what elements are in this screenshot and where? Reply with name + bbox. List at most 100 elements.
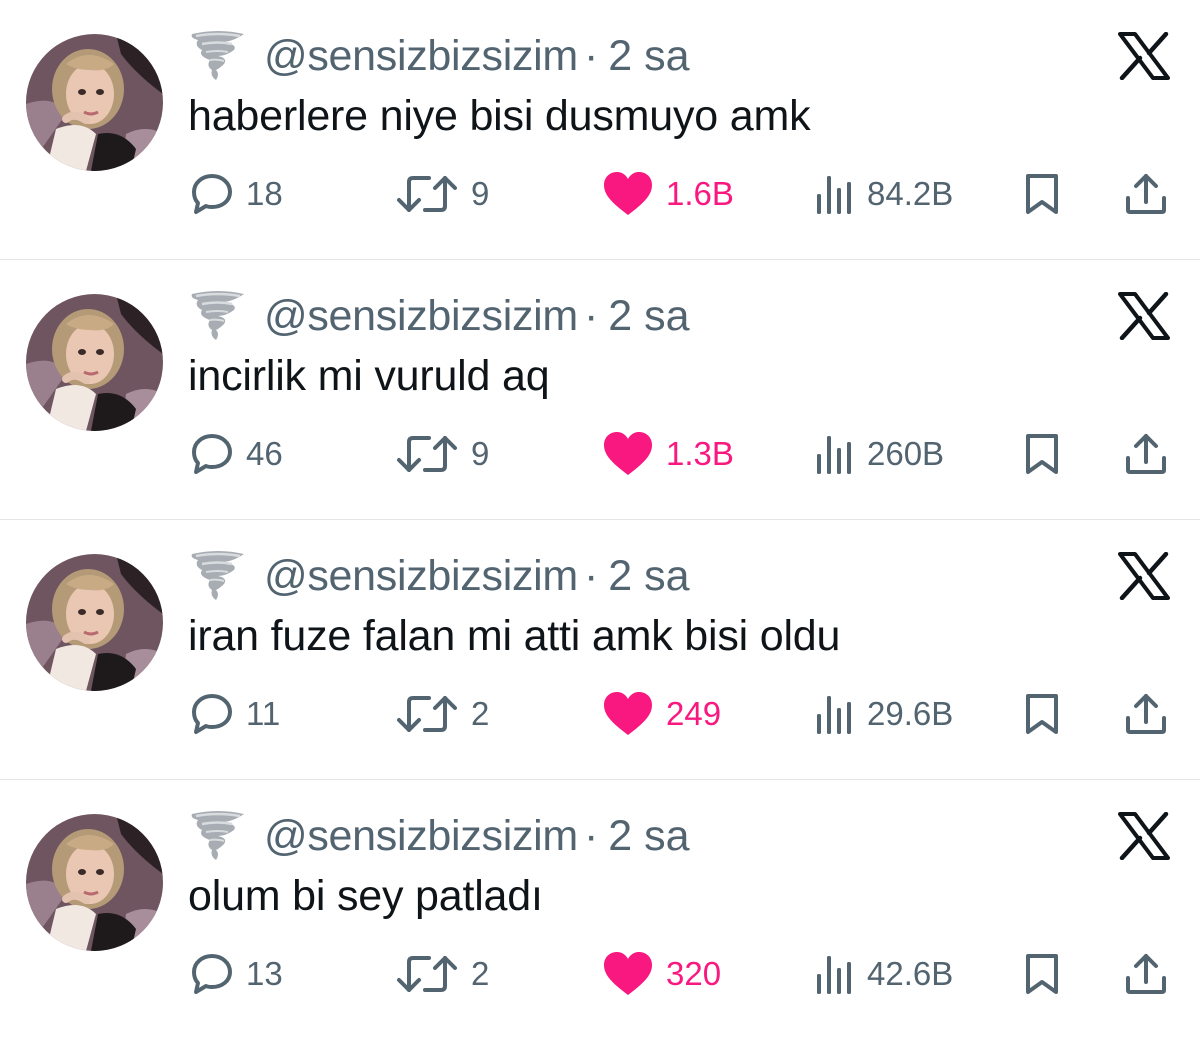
- avatar-image: [26, 294, 163, 431]
- tweet-card[interactable]: @sensizbizsizim · 2 sa haberlere niye bi…: [0, 0, 1200, 260]
- heart-icon: [602, 171, 654, 217]
- avatar[interactable]: [26, 554, 163, 691]
- reply-count: 46: [246, 435, 283, 472]
- tweet-actions: 18 9 1.6B 84.2B: [0, 164, 1200, 224]
- avatar[interactable]: [26, 294, 163, 431]
- tweet-text: olum bi sey patladı: [188, 872, 543, 920]
- tweet-header: @sensizbizsizim · 2 sa: [188, 26, 690, 86]
- reply-button[interactable]: 11: [190, 684, 280, 744]
- reply-icon: [190, 172, 234, 216]
- separator-dot: ·: [583, 291, 599, 340]
- timestamp[interactable]: 2 sa: [608, 552, 689, 601]
- x-logo-icon[interactable]: [1118, 812, 1170, 860]
- views-icon: [815, 952, 855, 996]
- retweet-button[interactable]: 2: [395, 684, 489, 744]
- tweet-card[interactable]: @sensizbizsizim · 2 sa iran fuze falan m…: [0, 520, 1200, 780]
- tweet-text: iran fuze falan mi atti amk bisi oldu: [188, 612, 841, 660]
- separator-dot: ·: [583, 31, 599, 80]
- retweet-icon: [395, 952, 459, 996]
- share-button[interactable]: [1124, 944, 1168, 1004]
- reply-button[interactable]: 13: [190, 944, 283, 1004]
- tweet-card[interactable]: @sensizbizsizim · 2 sa olum bi sey patla…: [0, 780, 1200, 1040]
- views-count: 42.6B: [867, 955, 954, 992]
- share-icon: [1124, 172, 1168, 216]
- timestamp[interactable]: 2 sa: [608, 292, 689, 341]
- timestamp[interactable]: 2 sa: [608, 812, 689, 861]
- bookmark-button[interactable]: [1022, 944, 1062, 1004]
- tweet-header: @sensizbizsizim · 2 sa: [188, 546, 690, 606]
- avatar[interactable]: [26, 814, 163, 951]
- like-button[interactable]: 249: [602, 684, 721, 744]
- reply-count: 13: [246, 955, 283, 992]
- views-icon: [815, 692, 855, 736]
- share-icon: [1124, 952, 1168, 996]
- views-button[interactable]: 42.6B: [815, 944, 953, 1004]
- tweet-text: incirlik mi vuruld aq: [188, 352, 550, 400]
- tweet-header: @sensizbizsizim · 2 sa: [188, 806, 690, 866]
- share-button[interactable]: [1124, 424, 1168, 484]
- tornado-emoji-icon: [188, 808, 248, 864]
- separator-dot: ·: [583, 811, 599, 860]
- reply-icon: [190, 952, 234, 996]
- bookmark-button[interactable]: [1022, 424, 1062, 484]
- bookmark-icon: [1022, 432, 1062, 476]
- user-handle[interactable]: @sensizbizsizim: [264, 292, 578, 341]
- x-logo-icon[interactable]: [1118, 32, 1170, 80]
- bookmark-icon: [1022, 172, 1062, 216]
- reply-button[interactable]: 18: [190, 164, 283, 224]
- like-button[interactable]: 1.3B: [602, 424, 734, 484]
- like-count: 1.6B: [666, 175, 734, 212]
- retweet-icon: [395, 692, 459, 736]
- bookmark-button[interactable]: [1022, 164, 1062, 224]
- x-logo-icon[interactable]: [1118, 292, 1170, 340]
- bookmark-icon: [1022, 692, 1062, 736]
- retweet-count: 9: [471, 435, 490, 472]
- reply-icon: [190, 432, 234, 476]
- heart-icon: [602, 431, 654, 477]
- like-button[interactable]: 320: [602, 944, 721, 1004]
- reply-icon: [190, 692, 234, 736]
- views-button[interactable]: 29.6B: [815, 684, 953, 744]
- retweet-button[interactable]: 9: [395, 164, 489, 224]
- heart-icon: [602, 951, 654, 997]
- tweet-actions: 13 2 320 42.6B: [0, 944, 1200, 1004]
- user-handle[interactable]: @sensizbizsizim: [264, 812, 578, 861]
- bookmark-button[interactable]: [1022, 684, 1062, 744]
- views-count: 260B: [867, 435, 945, 472]
- user-handle[interactable]: @sensizbizsizim: [264, 552, 578, 601]
- tweet-header: @sensizbizsizim · 2 sa: [188, 286, 690, 346]
- retweet-count: 2: [471, 695, 490, 732]
- like-count: 249: [666, 695, 722, 732]
- avatar-image: [26, 554, 163, 691]
- user-handle[interactable]: @sensizbizsizim: [264, 32, 578, 81]
- avatar[interactable]: [26, 34, 163, 171]
- reply-button[interactable]: 46: [190, 424, 283, 484]
- share-icon: [1124, 432, 1168, 476]
- retweet-count: 9: [471, 175, 490, 212]
- views-icon: [815, 432, 855, 476]
- avatar-image: [26, 34, 163, 171]
- views-count: 29.6B: [867, 695, 954, 732]
- retweet-icon: [395, 172, 459, 216]
- retweet-count: 2: [471, 955, 490, 992]
- retweet-button[interactable]: 9: [395, 424, 489, 484]
- reply-count: 18: [246, 175, 283, 212]
- tweet-card[interactable]: @sensizbizsizim · 2 sa incirlik mi vurul…: [0, 260, 1200, 520]
- tornado-emoji-icon: [188, 548, 248, 604]
- retweet-button[interactable]: 2: [395, 944, 489, 1004]
- share-button[interactable]: [1124, 164, 1168, 224]
- views-count: 84.2B: [867, 175, 954, 212]
- timestamp[interactable]: 2 sa: [608, 32, 689, 81]
- share-button[interactable]: [1124, 684, 1168, 744]
- tornado-emoji-icon: [188, 288, 248, 344]
- views-button[interactable]: 84.2B: [815, 164, 953, 224]
- share-icon: [1124, 692, 1168, 736]
- retweet-icon: [395, 432, 459, 476]
- x-logo-icon[interactable]: [1118, 552, 1170, 600]
- like-count: 1.3B: [666, 435, 734, 472]
- reply-count: 11: [246, 695, 281, 732]
- views-button[interactable]: 260B: [815, 424, 944, 484]
- tweet-text: haberlere niye bisi dusmuyo amk: [188, 92, 811, 140]
- like-button[interactable]: 1.6B: [602, 164, 734, 224]
- separator-dot: ·: [583, 551, 599, 600]
